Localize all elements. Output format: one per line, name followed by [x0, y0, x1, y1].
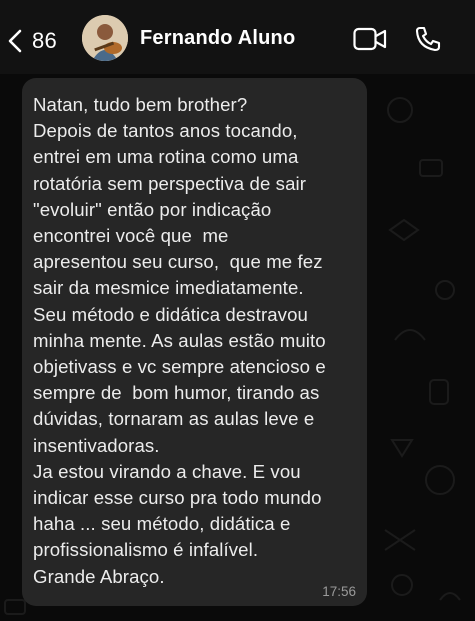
message-line: haha ... seu método, didática e: [33, 513, 291, 535]
avatar[interactable]: [82, 15, 128, 61]
video-camera-icon: [353, 27, 387, 51]
unread-count: 86: [32, 28, 58, 53]
contact-name[interactable]: Fernando Aluno: [140, 27, 295, 50]
message-line: sempre de bom humor, tirando as: [33, 382, 320, 404]
message-line: rotatória sem perspectiva de sair: [33, 172, 307, 194]
message-line: indicar esse curso pra todo mundo: [33, 487, 322, 509]
message-line: "evoluir" então por indicação: [33, 198, 272, 220]
chat-header: 86 Fernando Aluno: [0, 0, 475, 74]
message-bubble[interactable]: Natan, tudo bem brother? Depois de tanto…: [22, 78, 367, 606]
message-line: Ja estou virando a chave. E vou: [33, 460, 301, 482]
message-line: minha mente. As aulas estão muito: [33, 329, 326, 351]
phone-icon: [415, 26, 441, 52]
video-call-button[interactable]: [353, 27, 387, 51]
message-line: Seu método e didática destravou: [33, 303, 308, 325]
message-line: dúvidas, tornaram as aulas leve e: [33, 408, 315, 430]
message-line: apresentou seu curso, que me fez: [33, 251, 323, 273]
avatar-photo: [82, 15, 128, 61]
chevron-left-icon: [8, 29, 22, 53]
message-line: profissionalismo é infalível.: [33, 539, 259, 561]
chat-screen: 86 Fernando Aluno Natan, tudo bem brothe…: [0, 0, 475, 621]
back-button[interactable]: 86: [8, 24, 57, 58]
voice-call-button[interactable]: [414, 25, 442, 53]
message-line: encontrei você que me: [33, 225, 229, 247]
message-timestamp: 17:56: [322, 584, 356, 599]
message-line: Grande Abraço.: [33, 565, 165, 587]
message-line: objetivass e vc sempre atencioso e: [33, 356, 326, 378]
message-line: sair da mesmice imediatamente.: [33, 277, 304, 299]
message-line: Natan, tudo bem brother?: [33, 94, 248, 115]
message-line: entrei em uma rotina como uma: [33, 146, 299, 168]
message-line: Depois de tantos anos tocando,: [33, 120, 298, 142]
message-line: insentivadoras.: [33, 434, 160, 456]
